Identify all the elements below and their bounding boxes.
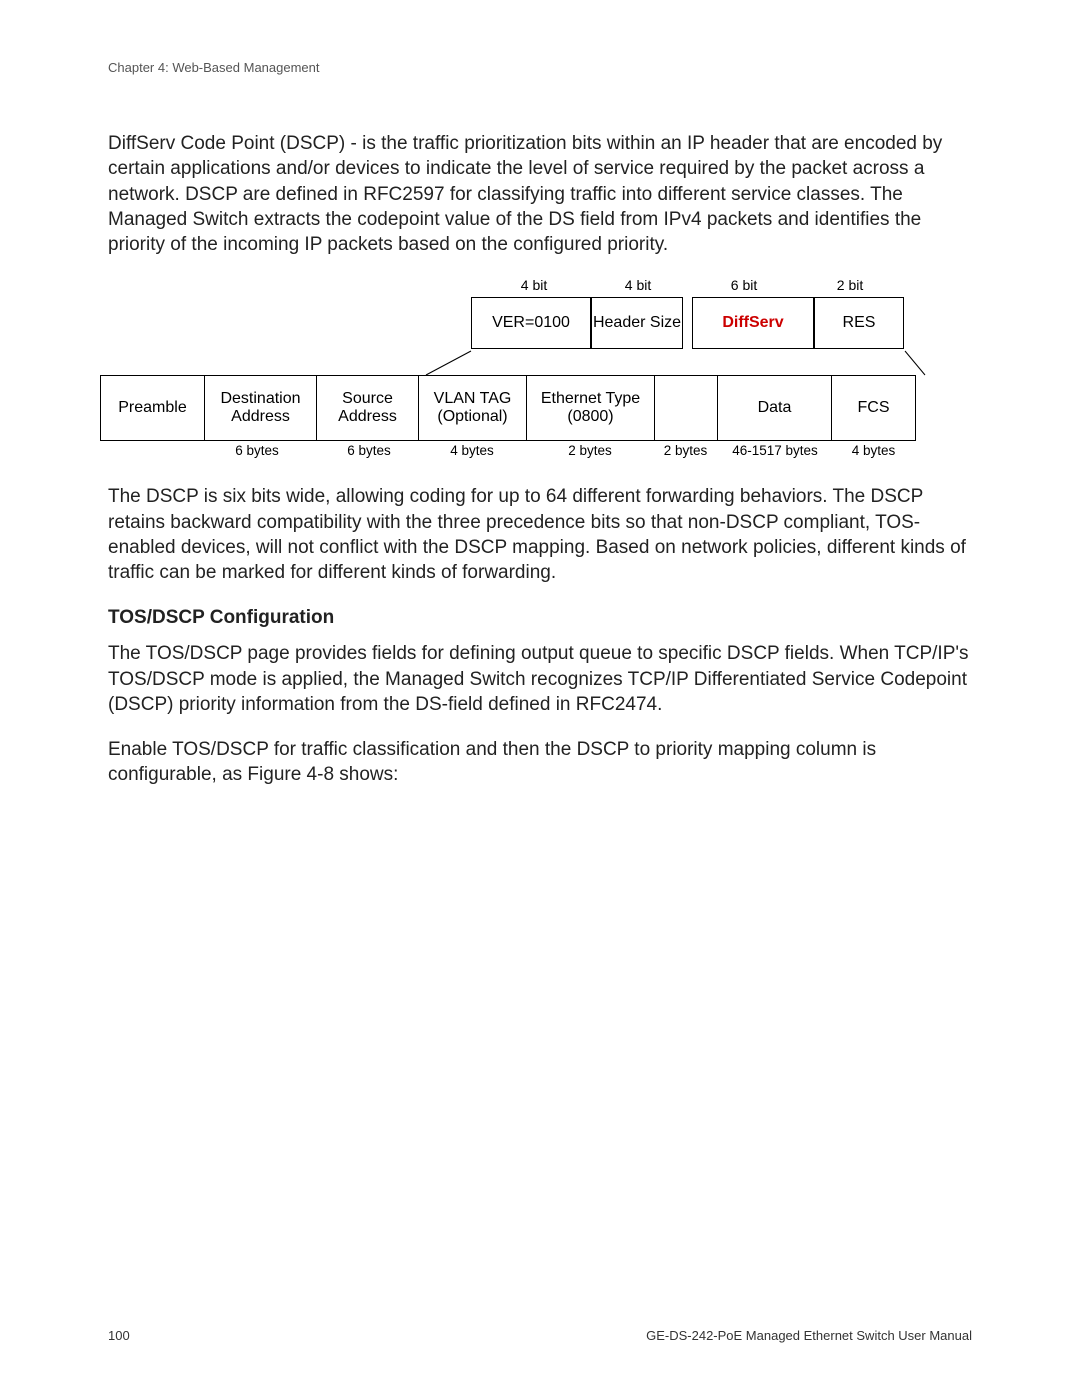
bytes-gap: 2 bytes (654, 443, 717, 458)
manual-title: GE-DS-242-PoE Managed Ethernet Switch Us… (646, 1328, 972, 1343)
cell-dest-addr: Destination Address (204, 375, 316, 441)
cell-data: Data (717, 375, 831, 441)
bit-label-ver: 4 bit (475, 277, 593, 293)
bytes-fcs: 4 bytes (831, 443, 916, 458)
paragraph-enable-tos-dscp: Enable TOS/DSCP for traffic classificati… (108, 737, 972, 788)
bytes-vlan: 4 bytes (418, 443, 526, 458)
bytes-data: 46-1517 bytes (717, 443, 831, 458)
cell-header-size: Header Size (591, 297, 683, 349)
cell-preamble: Preamble (100, 375, 204, 441)
paragraph-tos-dscp-fields: The TOS/DSCP page provides fields for de… (108, 641, 972, 717)
cell-fcs: FCS (831, 375, 916, 441)
cell-ver: VER=0100 (471, 297, 591, 349)
bytes-dest: 6 bytes (204, 443, 316, 458)
cell-res: RES (814, 297, 904, 349)
heading-tos-dscp-config: TOS/DSCP Configuration (108, 607, 972, 629)
cell-diffserv: DiffServ (692, 297, 814, 349)
cell-eth-type: Ethernet Type (0800) (526, 375, 654, 441)
connector-lines (108, 349, 978, 377)
bit-label-hsize: 4 bit (593, 277, 683, 293)
cell-src-addr: Source Address (316, 375, 418, 441)
bytes-eth: 2 bytes (526, 443, 654, 458)
packet-diagram: 4 bit 4 bit 6 bit 2 bit VER=0100 Header … (108, 277, 972, 458)
page-number: 100 (108, 1328, 130, 1343)
cell-gap (654, 375, 717, 441)
bit-label-res: 2 bit (805, 277, 895, 293)
paragraph-dscp-intro: DiffServ Code Point (DSCP) - is the traf… (108, 131, 972, 257)
bit-label-ds: 6 bit (683, 277, 805, 293)
bytes-preamble (100, 443, 204, 458)
bytes-src: 6 bytes (316, 443, 418, 458)
chapter-header: Chapter 4: Web-Based Management (108, 60, 972, 75)
cell-vlan-tag: VLAN TAG (Optional) (418, 375, 526, 441)
paragraph-dscp-width: The DSCP is six bits wide, allowing codi… (108, 484, 972, 585)
